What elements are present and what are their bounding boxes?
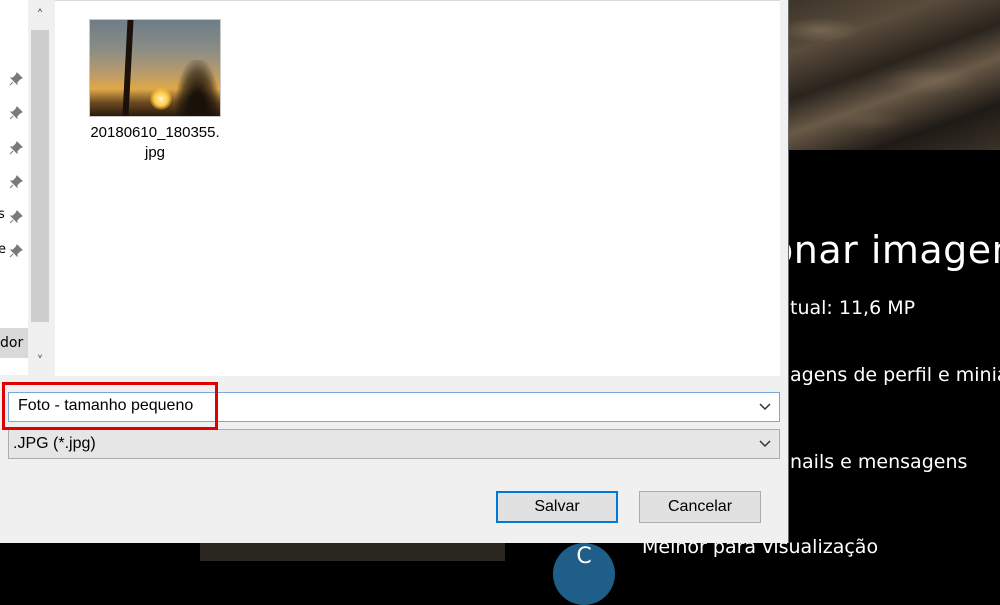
file-type-value: .JPG (*.jpg) [13, 435, 96, 452]
file-thumbnail [89, 19, 221, 117]
background-option-text: agens de perfil e minia [790, 364, 1000, 386]
background-image-strip [200, 543, 505, 561]
cancel-button[interactable]: Cancelar [639, 491, 761, 523]
file-item[interactable]: 20180610_180355. jpg [85, 19, 225, 163]
scroll-up-icon[interactable]: ˄ [31, 6, 49, 26]
pin-icon [9, 72, 23, 86]
pin-icon [9, 106, 23, 120]
chevron-down-icon[interactable] [757, 397, 773, 415]
save-dialog: s e dor ˄ ˅ 20180610_180355. jpg .JPG (*… [0, 0, 789, 543]
scroll-down-icon[interactable]: ˅ [31, 352, 49, 372]
nav-item-label[interactable]: e [0, 242, 6, 257]
background-option-text: nails e mensagens [790, 451, 968, 473]
background-panel [780, 150, 1000, 561]
navigation-pane: s e dor [0, 0, 28, 375]
file-type-select[interactable]: .JPG (*.jpg) [8, 429, 780, 459]
chevron-down-icon[interactable] [757, 434, 773, 452]
pin-icon [9, 210, 23, 224]
file-list-area[interactable]: 20180610_180355. jpg [55, 0, 780, 376]
navigation-scrollbar[interactable]: ˄ ˅ [28, 0, 52, 375]
scrollbar-thumb[interactable] [31, 30, 49, 322]
pin-icon [9, 141, 23, 155]
file-name-input[interactable] [18, 397, 738, 415]
file-name-field[interactable] [8, 392, 780, 422]
background-option-icon: C [553, 543, 615, 605]
file-name-label: 20180610_180355. jpg [85, 123, 225, 163]
file-name-line: jpg [144, 144, 166, 161]
file-name-line: 20180610_180355. [90, 124, 220, 141]
pin-icon [9, 175, 23, 189]
background-photo [780, 0, 1000, 150]
nav-item-selected[interactable]: dor [0, 328, 28, 358]
nav-item-label[interactable]: s [0, 207, 5, 222]
background-heading: onar imagen [770, 228, 1000, 272]
save-button[interactable]: Salvar [496, 491, 618, 523]
pin-icon [9, 244, 23, 258]
background-option-text: tual: 11,6 MP [790, 297, 916, 319]
